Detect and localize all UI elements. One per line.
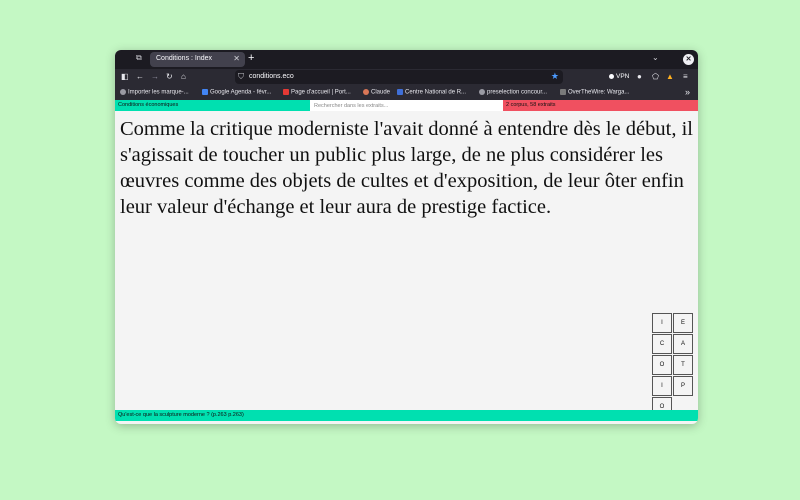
source-footer: Qu'est-ce que la sculpture moderne ? (p.… [115,410,698,421]
claude-icon [363,89,369,95]
letter-cell[interactable]: I [652,376,672,396]
letter-cell[interactable]: O [652,355,672,375]
list-tabs-chevron-icon[interactable]: ⌄ [652,53,659,62]
portal-icon [283,89,289,95]
source-reference: Qu'est-ce que la sculpture moderne ? (p.… [118,412,244,418]
corpus-count: 2 corpus, 58 extraits [506,102,556,108]
cnrs-icon [397,89,403,95]
bookmark-item[interactable]: OverTheWire: Warga... [560,89,629,96]
search-box[interactable] [310,100,503,111]
bookmark-item[interactable]: Claude [363,89,390,96]
bookmark-item[interactable]: preselection concour... [479,89,547,96]
more-bookmarks-icon[interactable]: » [685,87,690,97]
tab-active[interactable]: Conditions : Index ✕ [150,52,245,67]
nav-bar: ◧ ← → ↻ ⌂ ⛉ conditions.eco ★ VPN ● ⬠ ▲ ≡ [115,69,698,86]
letter-cell[interactable]: C [652,334,672,354]
extension-icon[interactable]: ▲ [666,72,674,81]
letter-cell[interactable]: P [673,376,693,396]
window-close-icon[interactable]: ✕ [683,54,694,65]
bookmarks-bar: Importer les marque-... Google Agenda - … [115,86,698,100]
app-header: Conditions économiques 2 corpus, 58 extr… [115,100,698,111]
corpus-count-bar: 2 corpus, 58 extraits [503,100,698,111]
letter-cell[interactable]: E [673,313,693,333]
vpn-icon [609,73,614,79]
bookmark-item[interactable]: Google Agenda - févr... [202,89,271,96]
tab-strip: ⧉ Conditions : Index ✕ + ⌄ ✕ [115,50,698,69]
overthewire-icon [560,89,566,95]
forward-icon[interactable]: → [151,72,159,81]
app-title-bar[interactable]: Conditions économiques [115,100,310,111]
url-text[interactable]: conditions.eco [249,73,294,80]
letter-cell[interactable]: T [673,355,693,375]
letter-cell[interactable]: A [673,334,693,354]
url-bar[interactable]: ⛉ conditions.eco ★ [235,70,563,84]
letter-cell[interactable]: I [652,313,672,333]
vpn-button[interactable]: VPN [609,73,629,80]
excerpt-text: Comme la critique moderniste l'avait don… [120,118,693,218]
import-icon [120,89,126,95]
bookmark-item[interactable]: Importer les marque-... [120,89,189,96]
extensions-icon[interactable]: ⬠ [652,72,659,81]
vpn-label: VPN [616,73,630,80]
new-tab-icon[interactable]: + [248,52,254,64]
account-icon[interactable]: ● [637,72,642,81]
shield-icon[interactable]: ⛉ [238,72,244,82]
menu-icon[interactable]: ≡ [683,72,688,81]
tab-title: Conditions : Index [156,55,213,62]
bookmark-item[interactable]: Centre National de R... [397,89,466,96]
tab-close-icon[interactable]: ✕ [233,54,240,63]
back-icon[interactable]: ← [136,72,144,81]
sidebar-icon[interactable]: ◧ [121,72,129,81]
home-icon[interactable]: ⌂ [181,72,186,81]
globe-icon [479,89,485,95]
tab-overview-icon[interactable]: ⧉ [136,53,142,63]
bookmark-item[interactable]: Page d'accueil | Port... [283,89,351,96]
bookmark-star-icon[interactable]: ★ [551,71,559,82]
browser-window: ⧉ Conditions : Index ✕ + ⌄ ✕ ◧ ← → ↻ ⌂ ⛉… [115,50,698,424]
search-input[interactable] [310,100,503,111]
reload-icon[interactable]: ↻ [166,72,173,81]
app-title: Conditions économiques [118,102,179,108]
calendar-icon [202,89,208,95]
